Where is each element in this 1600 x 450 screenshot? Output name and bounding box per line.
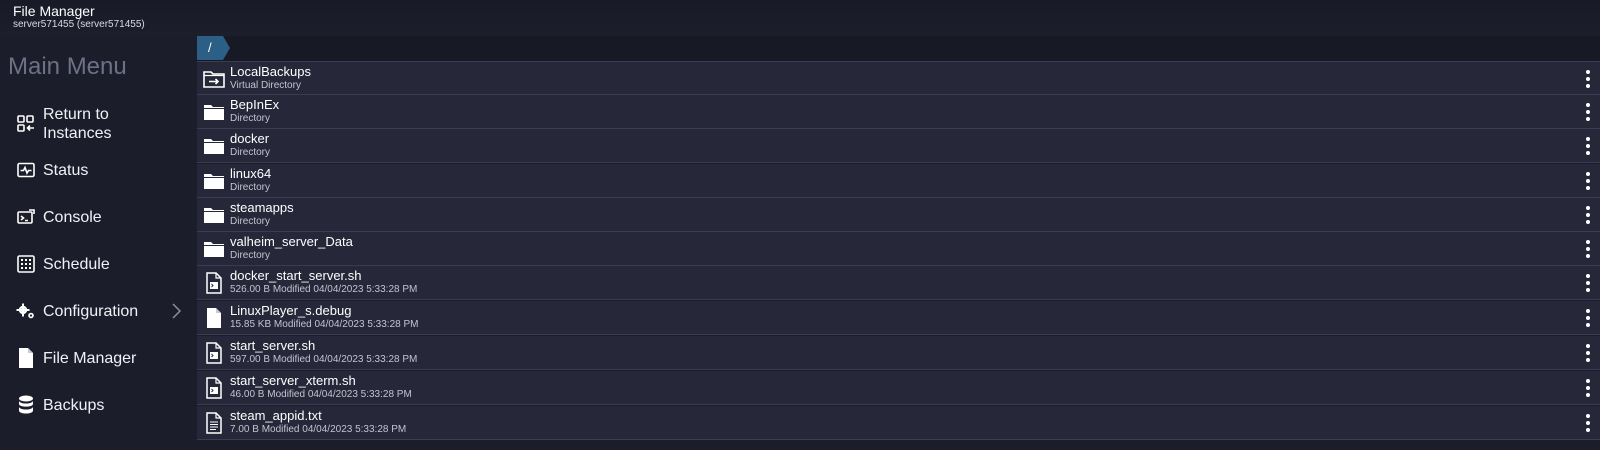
file-name: start_server_xterm.sh xyxy=(230,373,356,388)
script-file-icon xyxy=(203,272,225,294)
more-options-icon[interactable] xyxy=(1582,204,1594,226)
status-pulse-icon xyxy=(16,160,36,180)
more-options-icon[interactable] xyxy=(1582,170,1594,192)
schedule-icon xyxy=(16,254,36,274)
file-meta: 15.85 KB Modified 04/04/2023 5:33:28 PM xyxy=(230,319,419,330)
file-name: LinuxPlayer_s.debug xyxy=(230,303,352,318)
file-row[interactable]: linux64 Directory xyxy=(197,164,1600,198)
sidebar-item-label: Status xyxy=(43,162,89,179)
file-row[interactable]: LinuxPlayer_s.debug 15.85 KB Modified 04/… xyxy=(197,301,1600,335)
sidebar-item-label: File Manager xyxy=(43,350,137,367)
more-options-icon[interactable] xyxy=(1582,238,1594,260)
sidebar-item-console[interactable]: Console xyxy=(0,197,197,237)
file-name: steamapps xyxy=(230,200,294,215)
file-meta: Directory xyxy=(230,182,271,193)
app-title: File Manager xyxy=(13,3,95,19)
file-meta: Directory xyxy=(230,147,271,158)
sidebar-item-label: Configuration xyxy=(43,303,139,320)
file-row[interactable]: BepInEx Directory xyxy=(197,95,1600,129)
sidebar-item-return-to-instances[interactable]: Return to Instances xyxy=(0,102,197,146)
file-name: linux64 xyxy=(230,166,272,181)
file-name: BepInEx xyxy=(230,97,280,112)
folder-icon xyxy=(203,170,225,192)
folder-icon xyxy=(203,238,225,260)
file-row[interactable]: start_server_xterm.sh 46.00 B Modified 04… xyxy=(197,371,1600,405)
folder-icon xyxy=(203,101,225,123)
sidebar-item-label: Return to Instances xyxy=(43,105,111,143)
file-meta: 526.00 B Modified 04/04/2023 5:33:28 PM xyxy=(230,284,418,295)
file-name: docker_start_server.sh xyxy=(230,268,362,283)
sidebar-item-label: Console xyxy=(43,209,102,226)
file-icon xyxy=(203,307,225,329)
file-icon xyxy=(16,348,36,368)
database-icon xyxy=(16,395,36,415)
sidebar-item-file-manager[interactable]: File Manager xyxy=(0,338,197,378)
more-options-icon[interactable] xyxy=(1582,412,1594,434)
title-bar: File Manager server571455 (server571455) xyxy=(0,0,1600,36)
console-icon xyxy=(16,207,36,227)
breadcrumb: / xyxy=(197,36,1600,61)
file-meta: Virtual Directory xyxy=(230,80,301,91)
more-options-icon[interactable] xyxy=(1582,342,1594,364)
more-options-icon[interactable] xyxy=(1582,68,1594,90)
file-meta: Directory xyxy=(230,216,271,227)
more-options-icon[interactable] xyxy=(1582,272,1594,294)
file-row[interactable]: LocalBackups Virtual Directory xyxy=(197,61,1600,95)
file-row[interactable]: steamapps Directory xyxy=(197,198,1600,232)
file-row[interactable]: steam_appid.txt 7.00 B Modified 04/04/202… xyxy=(197,406,1600,440)
file-row[interactable]: docker_start_server.sh 526.00 B Modified … xyxy=(197,266,1600,300)
sidebar-item-backups[interactable]: Backups xyxy=(0,385,197,425)
file-name: LocalBackups xyxy=(230,64,311,79)
file-meta: 597.00 B Modified 04/04/2023 5:33:28 PM xyxy=(230,354,418,365)
file-meta: Directory xyxy=(230,250,271,261)
sidebar-label-line1: Return to xyxy=(43,106,109,123)
file-meta: Directory xyxy=(230,113,271,124)
file-name: valheim_server_Data xyxy=(230,234,353,249)
sidebar-item-configuration[interactable]: Configuration xyxy=(0,291,197,331)
more-options-icon[interactable] xyxy=(1582,377,1594,399)
sidebar-item-status[interactable]: Status xyxy=(0,150,197,190)
breadcrumb-root-label: / xyxy=(208,40,212,55)
more-options-icon[interactable] xyxy=(1582,307,1594,329)
file-name: docker xyxy=(230,131,270,146)
sidebar-label-line2: Instances xyxy=(43,125,112,142)
virtual-folder-icon xyxy=(203,68,225,90)
file-name: start_server.sh xyxy=(230,338,316,353)
text-file-icon xyxy=(203,412,225,434)
folder-icon xyxy=(203,204,225,226)
file-name: steam_appid.txt xyxy=(230,408,322,423)
script-file-icon xyxy=(203,377,225,399)
sidebar-item-label: Schedule xyxy=(43,256,110,273)
file-row[interactable]: start_server.sh 597.00 B Modified 04/04/2… xyxy=(197,336,1600,370)
breadcrumb-root[interactable]: / xyxy=(197,36,231,60)
sidebar: Main Menu Return to Instances Status Con… xyxy=(0,36,197,450)
sidebar-item-schedule[interactable]: Schedule xyxy=(0,244,197,284)
file-row[interactable]: docker Directory xyxy=(197,129,1600,163)
folder-icon xyxy=(203,135,225,157)
chevron-right-icon xyxy=(170,302,182,320)
file-row[interactable]: valheim_server_Data Directory xyxy=(197,232,1600,266)
file-meta: 7.00 B Modified 04/04/2023 5:33:28 PM xyxy=(230,424,407,435)
server-subtitle: server571455 (server571455) xyxy=(13,19,145,30)
return-to-instances-icon xyxy=(16,114,36,134)
more-options-icon[interactable] xyxy=(1582,101,1594,123)
sidebar-item-label: Backups xyxy=(43,397,105,414)
gears-icon xyxy=(16,301,36,321)
more-options-icon[interactable] xyxy=(1582,135,1594,157)
file-meta: 46.00 B Modified 04/04/2023 5:33:28 PM xyxy=(230,389,412,400)
menu-title: Main Menu xyxy=(8,53,127,80)
script-file-icon xyxy=(203,342,225,364)
